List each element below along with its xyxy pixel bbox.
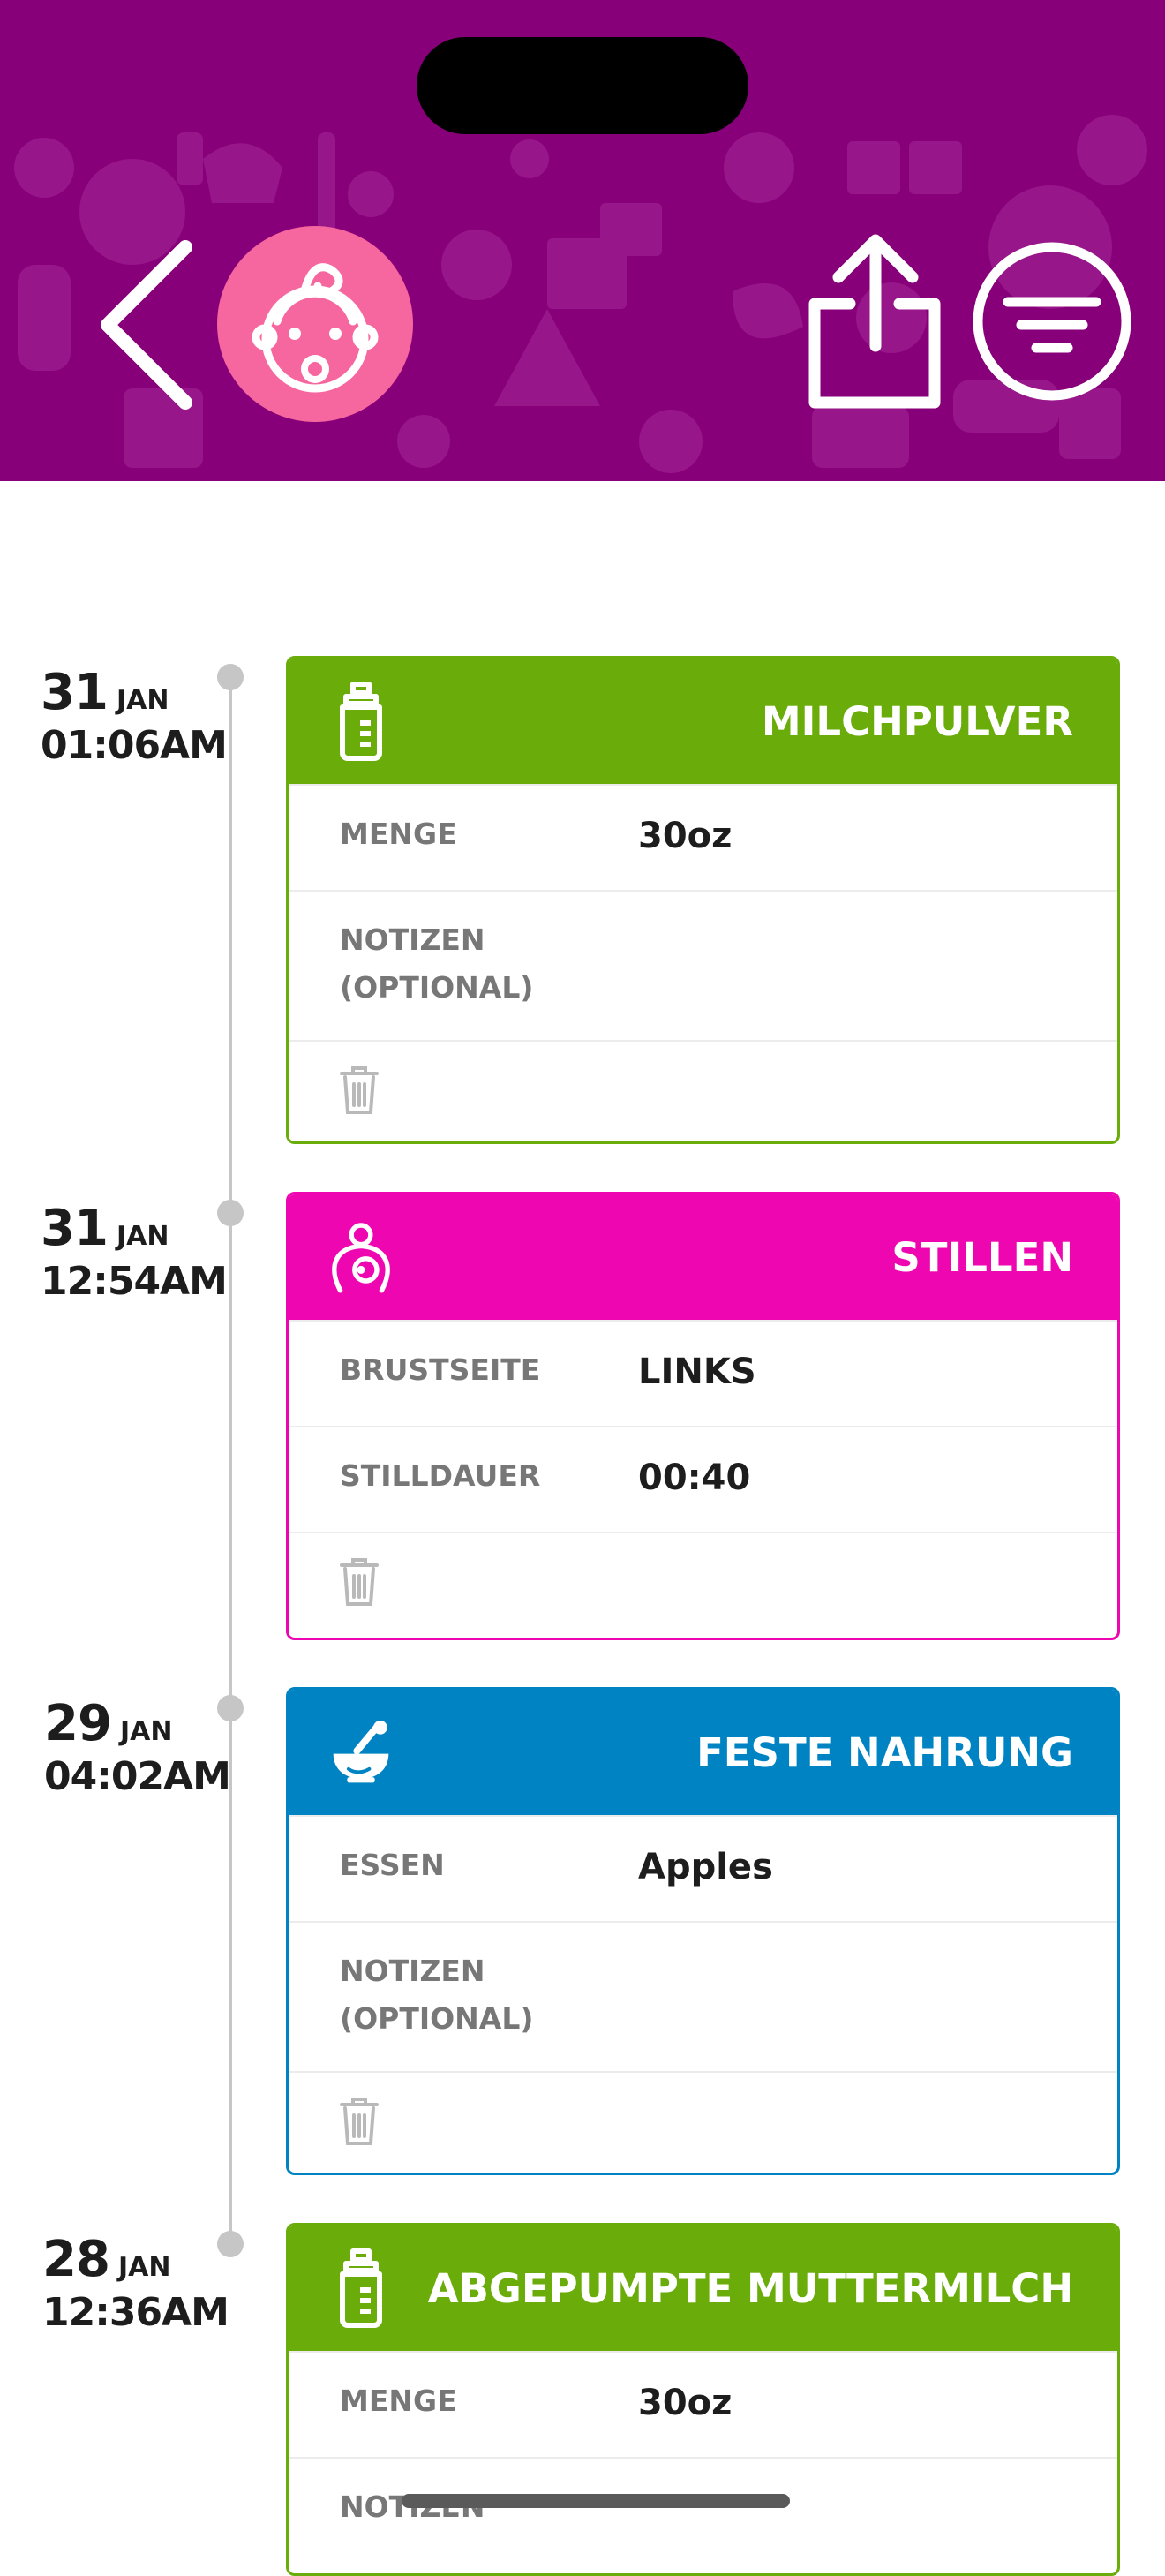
entry-card-breastfeeding[interactable]: STILLEN BRUSTSEITE LINKS STILLDAUER 00:4… xyxy=(286,1192,1120,1640)
entry-month: JAN xyxy=(117,2252,171,2283)
entry-date: 31 JAN 01:06AM xyxy=(41,664,228,768)
trash-row xyxy=(289,1040,1117,1139)
dynamic-island xyxy=(417,37,748,134)
card-title: MILCHPULVER xyxy=(761,697,1073,745)
share-icon xyxy=(808,234,941,409)
timeline-line xyxy=(229,676,232,2242)
row-label: NOTIZEN (OPTIONAL) xyxy=(340,923,534,1005)
row-value: 30oz xyxy=(638,2383,733,2423)
trash-icon[interactable] xyxy=(340,1065,379,1116)
row-label: BRUSTSEITE xyxy=(340,1352,541,1387)
trash-icon[interactable] xyxy=(340,1556,379,1608)
home-indicator[interactable] xyxy=(402,2494,790,2508)
card-header: FESTE NAHRUNG xyxy=(289,1690,1117,1815)
entry-time: 12:54AM xyxy=(41,1259,228,1304)
detail-row: BRUSTSEITE LINKS xyxy=(289,1320,1117,1426)
breastfeeding-icon xyxy=(329,1215,393,1299)
trash-row xyxy=(289,1532,1117,1631)
baby-bottle-icon xyxy=(329,2246,393,2331)
detail-row: ESSEN Apples xyxy=(289,1815,1117,1921)
app-header xyxy=(0,0,1165,481)
entry-date: 28 JAN 12:36AM xyxy=(42,2231,229,2335)
card-header: ABGEPUMPTE MUTTERMILCH xyxy=(289,2226,1117,2351)
detail-row: STILLDAUER 00:40 xyxy=(289,1426,1117,1532)
filter-button[interactable] xyxy=(971,240,1134,403)
entry-time: 12:36AM xyxy=(42,2290,229,2335)
detail-row: MENGE 30oz xyxy=(289,784,1117,890)
detail-row: NOTIZEN (OPTIONAL) xyxy=(289,1921,1117,2071)
mortar-pestle-icon xyxy=(329,1710,393,1795)
detail-row: NOTIZEN xyxy=(289,2457,1117,2573)
entry-date: 31 JAN 12:54AM xyxy=(41,1200,228,1304)
filter-icon xyxy=(973,242,1131,401)
entry-day: 31 xyxy=(41,1200,109,1257)
entry-card-solid-food[interactable]: FESTE NAHRUNG ESSEN Apples NOTIZEN (OPTI… xyxy=(286,1687,1120,2175)
entry-card-formula[interactable]: MILCHPULVER MENGE 30oz NOTIZEN (OPTIONAL… xyxy=(286,656,1120,1144)
card-header: MILCHPULVER xyxy=(289,659,1117,784)
detail-row: NOTIZEN (OPTIONAL) xyxy=(289,890,1117,1040)
entry-card-pumped-milk[interactable]: ABGEPUMPTE MUTTERMILCH MENGE 30oz NOTIZE… xyxy=(286,2223,1120,2576)
card-title: FESTE NAHRUNG xyxy=(696,1729,1073,1776)
row-label: NOTIZEN (OPTIONAL) xyxy=(340,1954,534,2036)
entry-time: 04:02AM xyxy=(44,1754,231,1799)
entry-month: JAN xyxy=(116,1221,169,1252)
row-label: STILLDAUER xyxy=(340,1458,541,1493)
back-button[interactable] xyxy=(88,237,212,413)
entry-date: 29 JAN 04:02AM xyxy=(44,1695,231,1799)
row-value: LINKS xyxy=(638,1352,756,1392)
entry-month: JAN xyxy=(119,1716,173,1747)
trash-icon[interactable] xyxy=(340,2096,379,2147)
row-value: 00:40 xyxy=(638,1457,751,1498)
card-title: STILLEN xyxy=(891,1233,1073,1281)
share-button[interactable] xyxy=(799,231,949,417)
row-label: ESSEN xyxy=(340,1848,445,1882)
entry-time: 01:06AM xyxy=(41,723,228,768)
baby-face-icon xyxy=(252,263,379,393)
entry-day: 29 xyxy=(44,1695,112,1752)
row-value: 30oz xyxy=(638,816,733,856)
detail-row: MENGE 30oz xyxy=(289,2351,1117,2457)
entry-month: JAN xyxy=(116,685,169,716)
row-value: Apples xyxy=(638,1847,773,1887)
card-title: ABGEPUMPTE MUTTERMILCH xyxy=(427,2264,1073,2312)
entry-day: 28 xyxy=(42,2231,110,2288)
baby-bottle-icon xyxy=(329,679,393,764)
row-label: MENGE xyxy=(340,2384,457,2418)
row-label: MENGE xyxy=(340,817,457,851)
chevron-left-icon xyxy=(101,240,192,410)
entry-day: 31 xyxy=(41,664,109,721)
card-header: STILLEN xyxy=(289,1194,1117,1320)
baby-avatar-button[interactable] xyxy=(217,226,413,422)
trash-row xyxy=(289,2071,1117,2170)
